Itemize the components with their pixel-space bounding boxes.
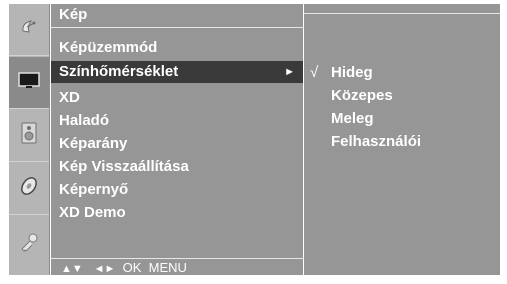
menu-item-label: Haladó [59,112,110,129]
submenu-option-warm[interactable]: Meleg [304,108,500,130]
picture-menu: Kép Képüzemmód Színhőmérséklet ► XD Hala… [51,4,303,275]
menu-item-aspect-ratio[interactable]: Képarány [51,133,303,155]
submenu-arrow-icon: ► [284,66,295,78]
category-time[interactable] [9,163,49,215]
tv-osd-screen: Kép Képüzemmód Színhőmérséklet ► XD Hala… [0,0,507,284]
category-audio[interactable] [9,110,49,162]
color-temperature-submenu: √ Hideg Közepes Meleg Felhasználói [304,4,500,275]
menu-item-screen[interactable]: Képernyő [51,179,303,201]
menu-item-label: XD [59,89,80,106]
category-icon-column [9,4,50,275]
navigation-hint-bar: ▲▼ ◄► OK MENU [51,258,303,275]
submenu-option-label: Meleg [331,110,374,127]
key-icon [18,232,40,259]
satellite-dish-icon [19,17,39,42]
menu-hint: MENU [148,260,187,275]
menu-item-xd-demo[interactable]: XD Demo [51,202,303,224]
menu-item-label: Képüzemmód [59,39,158,56]
menu-title: Kép [51,4,303,28]
submenu-option-label: Hideg [331,64,373,81]
left-right-arrows-icon: ◄► [93,263,116,275]
menu-item-picture-mode[interactable]: Képüzemmód [51,37,303,59]
menu-item-label: XD Demo [59,204,126,221]
submenu-option-medium[interactable]: Közepes [304,85,500,107]
submenu-option-cool[interactable]: √ Hideg [304,62,500,84]
check-icon: √ [310,64,319,81]
menu-item-label: Képarány [59,135,128,152]
category-lock[interactable] [9,216,49,275]
category-picture[interactable] [9,57,49,109]
menu-item-label: Kép Visszaállítása [59,158,189,175]
category-setup[interactable] [9,4,49,56]
ok-hint: OK [122,260,142,275]
menu-item-advanced[interactable]: Haladó [51,110,303,132]
menu-item-label: Színhőmérséklet [59,63,179,80]
submenu-option-label: Közepes [331,87,393,104]
disc-icon [18,175,40,202]
menu-item-color-temperature[interactable]: Színhőmérséklet ► [51,61,303,83]
speaker-icon [21,122,37,149]
up-down-arrows-icon: ▲▼ [61,263,83,275]
menu-item-label: Képernyő [59,181,129,198]
submenu-header [304,4,500,14]
menu-item-picture-reset[interactable]: Kép Visszaállítása [51,156,303,178]
submenu-option-user[interactable]: Felhasználói [304,131,500,153]
screen-icon [18,71,40,94]
submenu-option-label: Felhasználói [331,133,422,150]
menu-item-xd[interactable]: XD [51,87,303,109]
